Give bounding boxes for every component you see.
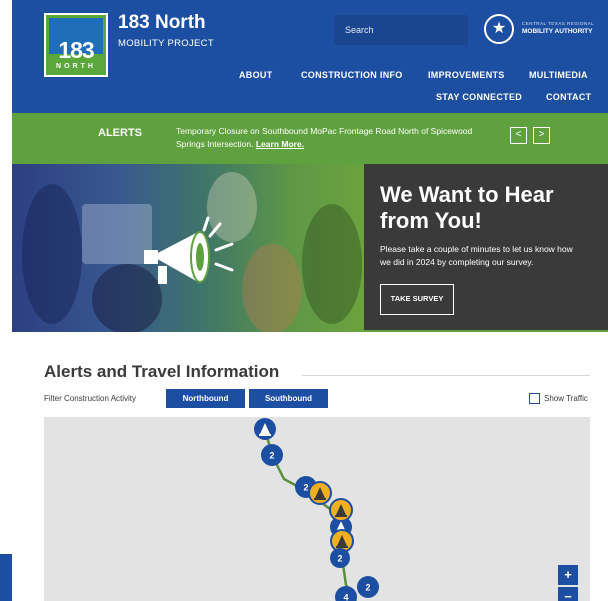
nav-about[interactable]: ABOUT — [239, 70, 273, 80]
map[interactable]: 2 2 2 2 4 + − — [44, 417, 590, 601]
nav-stay-connected[interactable]: STAY CONNECTED — [436, 92, 522, 102]
cluster-label: 2 — [269, 451, 274, 461]
cone-marker-yellow — [308, 481, 332, 505]
photo-person — [242, 244, 302, 332]
northbound-button[interactable]: Northbound — [166, 389, 245, 408]
section-title: Alerts and Travel Information — [44, 362, 280, 381]
take-survey-button[interactable]: TAKE SURVEY — [380, 284, 454, 315]
nav-multimedia[interactable]: MULTIMEDIA — [529, 70, 588, 80]
alerts-bar: ALERTS Temporary Closure on Southbound M… — [12, 113, 608, 164]
nav-construction-info[interactable]: CONSTRUCTION INFO — [301, 70, 403, 80]
cluster-label: 4 — [343, 593, 348, 601]
cluster-label: 2 — [303, 483, 308, 493]
cluster-label: 2 — [365, 583, 370, 593]
alerts-next-button[interactable]: > — [533, 127, 550, 144]
partner-logo[interactable]: ★ CENTRAL TEXAS REGIONAL MOBILITY AUTHOR… — [484, 14, 602, 46]
cluster-marker: 4 — [335, 586, 357, 601]
cluster-label: 2 — [337, 554, 342, 564]
logo-word: NORTH — [56, 63, 96, 70]
show-traffic-label: Show Traffic — [544, 394, 588, 403]
alerts-message-text: Temporary Closure on Southbound MoPac Fr… — [176, 126, 473, 149]
site-header: 183 NORTH 183 North MOBILITY PROJECT Sea… — [12, 0, 608, 113]
section-divider — [302, 375, 590, 376]
alerts-label: ALERTS — [98, 127, 142, 139]
cone-marker-blue — [254, 418, 276, 440]
alerts-message: Temporary Closure on Southbound MoPac Fr… — [176, 125, 476, 151]
partner-line1: CENTRAL TEXAS REGIONAL — [522, 21, 595, 26]
alerts-learn-more-link[interactable]: Learn More. — [256, 139, 304, 149]
alerts-prev-button[interactable]: < — [510, 127, 527, 144]
filter-label: Filter Construction Activity — [44, 394, 137, 403]
nav-contact[interactable]: CONTACT — [546, 92, 591, 102]
hero-description: Please take a couple of minutes to let u… — [380, 244, 573, 267]
cone-marker-yellow — [329, 498, 353, 522]
megaphone-icon — [144, 216, 234, 284]
hero-banner: We Want to Hear from You! Please take a … — [12, 164, 608, 332]
cluster-marker: 2 — [357, 576, 379, 598]
logo-number: 183 — [58, 37, 94, 63]
brand-subtitle: MOBILITY PROJECT — [118, 38, 214, 49]
page: 183 NORTH 183 North MOBILITY PROJECT Sea… — [12, 0, 608, 601]
hero-panel: We Want to Hear from You! Please take a … — [364, 164, 608, 332]
search-input[interactable]: Search — [334, 15, 468, 45]
hero-accent-line — [364, 330, 608, 332]
logo[interactable]: 183 NORTH — [44, 13, 108, 77]
photo-person — [302, 204, 362, 324]
nav-improvements[interactable]: IMPROVEMENTS — [428, 70, 505, 80]
brand-title[interactable]: 183 North — [118, 12, 206, 34]
cluster-marker: 2 — [330, 548, 350, 568]
zoom-out-button[interactable]: − — [558, 587, 578, 601]
partner-line2: MOBILITY AUTHORITY — [522, 28, 593, 35]
background-window-edge — [0, 554, 12, 601]
cluster-marker: 2 — [261, 444, 283, 466]
zoom-in-button[interactable]: + — [558, 565, 578, 585]
southbound-button[interactable]: Southbound — [249, 389, 328, 408]
hero-title: We Want to Hear from You! — [380, 182, 554, 233]
hero-photo — [12, 164, 364, 332]
photo-person — [22, 184, 82, 324]
star-icon: ★ — [484, 14, 514, 44]
show-traffic-checkbox[interactable] — [529, 393, 540, 404]
map-canvas[interactable]: 2 2 2 2 4 — [44, 417, 590, 601]
